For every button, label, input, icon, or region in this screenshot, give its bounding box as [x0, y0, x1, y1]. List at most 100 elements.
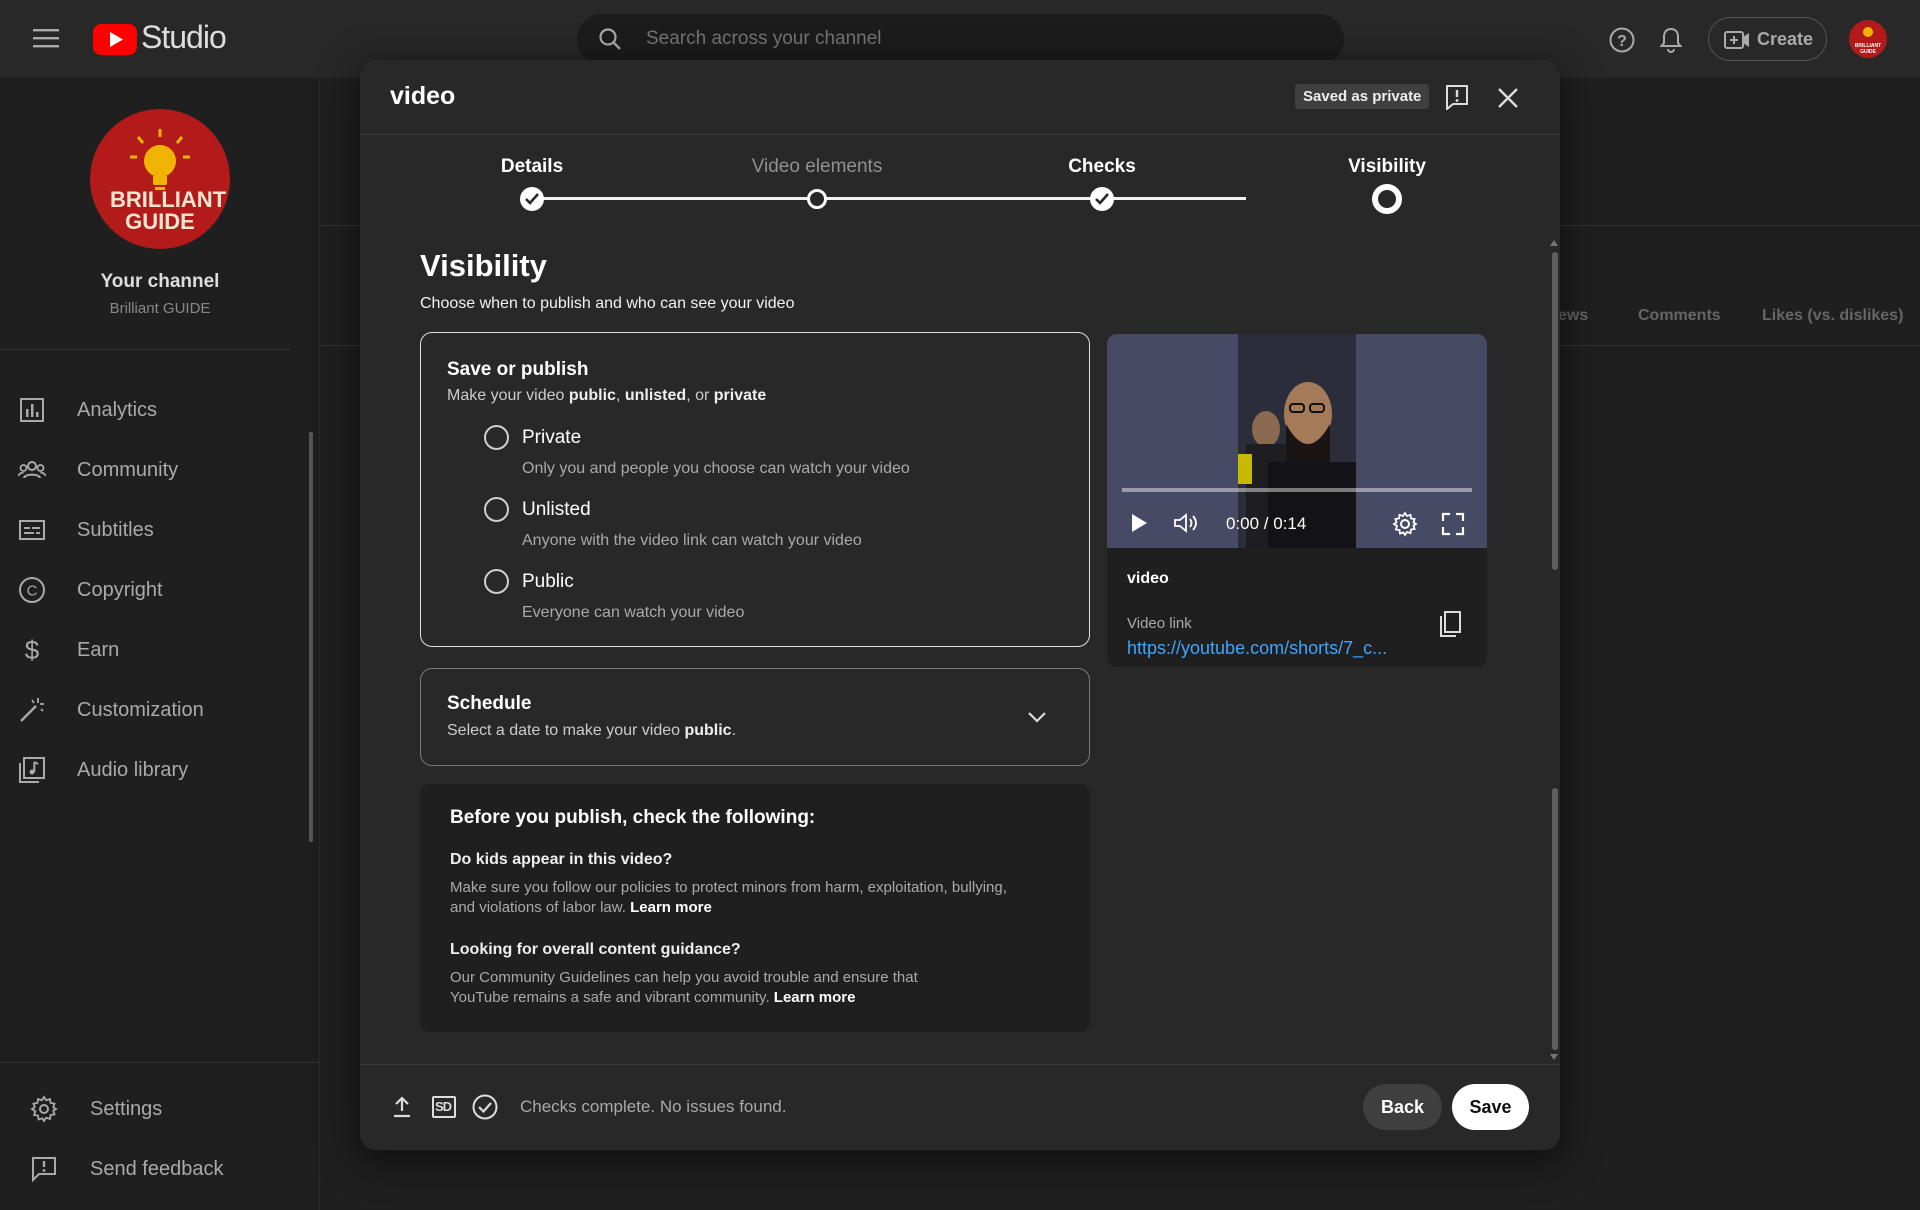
- background-column-likes: Likes (vs. dislikes): [1762, 307, 1904, 324]
- report-feedback-icon[interactable]: [1445, 84, 1469, 110]
- upload-icon[interactable]: [392, 1096, 412, 1118]
- background-column-views: ews: [1558, 307, 1589, 324]
- sidebar-item-settings[interactable]: Settings: [0, 1079, 310, 1139]
- copyright-icon: C: [18, 576, 46, 604]
- learn-more-link[interactable]: Learn more: [630, 899, 712, 916]
- step-details[interactable]: Details: [501, 156, 563, 178]
- scrollbar-thumb[interactable]: [1552, 252, 1558, 570]
- hamburger-menu-icon[interactable]: [33, 28, 59, 48]
- sidebar-item-label: Analytics: [77, 398, 158, 421]
- notifications-bell-icon[interactable]: [1659, 26, 1683, 54]
- subtitle-public: public: [568, 387, 616, 404]
- subtitle-text: Make your video: [447, 387, 569, 404]
- sidebar-item-analytics[interactable]: Analytics: [0, 380, 310, 440]
- youtube-logo-icon[interactable]: [93, 24, 137, 55]
- sidebar-item-label: Send feedback: [90, 1157, 224, 1180]
- footer-divider: [360, 1064, 1560, 1065]
- sidebar-item-earn[interactable]: $ Earn: [0, 620, 310, 680]
- sidebar-item-subtitles[interactable]: Subtitles: [0, 500, 310, 560]
- sidebar-footer-divider: [0, 1062, 320, 1063]
- schedule-card[interactable]: Schedule Select a date to make your vide…: [420, 668, 1090, 766]
- scrollbar-thumb[interactable]: [1552, 788, 1558, 1050]
- sidebar-divider: [0, 349, 290, 350]
- subtitle-unlisted: unlisted: [624, 387, 687, 404]
- step-checks[interactable]: Checks: [1068, 156, 1136, 178]
- step-visibility-current-icon[interactable]: [1372, 184, 1402, 214]
- sidebar-item-community[interactable]: Community: [0, 440, 310, 500]
- checklist-text: Make sure you follow our policies to pro…: [450, 879, 1007, 916]
- step-video-elements[interactable]: Video elements: [752, 156, 883, 178]
- magic-wand-icon: [18, 696, 46, 724]
- save-button[interactable]: Save: [1452, 1084, 1529, 1130]
- video-player[interactable]: 0:00 / 0:14: [1107, 334, 1487, 548]
- upload-dialog: video Saved as private Details Video ele…: [360, 60, 1560, 1150]
- volume-icon[interactable]: [1173, 512, 1199, 534]
- radio-private-desc: Only you and people you choose can watch…: [522, 460, 910, 477]
- help-icon[interactable]: ?: [1609, 27, 1635, 53]
- sidebar-item-label: Community: [77, 458, 179, 481]
- gear-icon: [30, 1095, 58, 1123]
- video-link[interactable]: https://youtube.com/shorts/7_c...: [1127, 638, 1387, 659]
- scroll-down-icon[interactable]: [1550, 1054, 1558, 1060]
- radio-public-label[interactable]: Public: [522, 571, 574, 593]
- subtitle-text: Select a date to make your video: [447, 722, 685, 739]
- dollar-icon: $: [18, 636, 46, 664]
- schedule-title: Schedule: [447, 693, 532, 714]
- settings-gear-icon[interactable]: [1392, 511, 1418, 537]
- radio-unlisted[interactable]: [484, 497, 509, 522]
- search-bar[interactable]: [577, 14, 1344, 64]
- chevron-down-icon[interactable]: [1027, 710, 1047, 724]
- checks-complete-icon[interactable]: [472, 1094, 498, 1120]
- sidebar-item-audio-library[interactable]: Audio library: [0, 740, 310, 800]
- save-publish-subtitle: Make your video public, unlisted, or pri…: [447, 387, 766, 405]
- background-column-comments: Comments: [1638, 307, 1721, 324]
- scroll-up-icon[interactable]: [1550, 240, 1558, 246]
- studio-logo-text[interactable]: Studio: [141, 19, 227, 56]
- dialog-title: video: [390, 82, 456, 110]
- save-or-publish-card: Save or publish Make your video public, …: [420, 332, 1090, 647]
- copy-icon[interactable]: [1438, 610, 1462, 638]
- video-name: video: [1127, 570, 1169, 587]
- svg-text:GUIDE: GUIDE: [1860, 49, 1877, 55]
- create-video-icon: [1724, 30, 1750, 50]
- radio-public[interactable]: [484, 569, 509, 594]
- subtitle-private: private: [713, 387, 767, 404]
- sidebar-item-label: Customization: [77, 698, 204, 721]
- sidebar-item-copyright[interactable]: C Copyright: [0, 560, 310, 620]
- search-icon: [598, 27, 622, 51]
- channel-avatar[interactable]: BRILLIANT GUIDE: [90, 109, 230, 249]
- fullscreen-icon[interactable]: [1441, 512, 1465, 536]
- audio-library-icon: [18, 756, 46, 784]
- subtitle-suffix: .: [731, 722, 737, 739]
- account-avatar[interactable]: BRILLIANT GUIDE: [1849, 20, 1887, 58]
- sidebar-item-label: Copyright: [77, 578, 163, 601]
- schedule-subtitle: Select a date to make your video public.: [447, 722, 736, 740]
- video-link-label: Video link: [1127, 615, 1192, 632]
- radio-unlisted-label[interactable]: Unlisted: [522, 499, 591, 521]
- sidebar-item-customization[interactable]: Customization: [0, 680, 310, 740]
- your-channel-heading: Your channel: [100, 271, 220, 292]
- video-progress-bar[interactable]: [1122, 488, 1472, 492]
- sd-quality-icon[interactable]: SD: [432, 1096, 456, 1118]
- step-video-elements-dot-icon[interactable]: [807, 189, 827, 209]
- radio-public-desc: Everyone can watch your video: [522, 604, 745, 621]
- dialog-scrollbar[interactable]: [1550, 240, 1558, 1060]
- video-preview-card: 0:00 / 0:14 video Video link https://you…: [1107, 334, 1487, 667]
- search-input[interactable]: [646, 26, 1296, 52]
- community-icon: [18, 456, 46, 484]
- sidebar-item-label: Settings: [90, 1097, 163, 1120]
- step-details-checkmark-icon[interactable]: [520, 187, 544, 211]
- play-icon[interactable]: [1129, 512, 1149, 534]
- close-icon[interactable]: [1497, 87, 1519, 109]
- step-visibility[interactable]: Visibility: [1348, 156, 1426, 178]
- video-time: 0:00 / 0:14: [1226, 514, 1307, 533]
- back-button[interactable]: Back: [1363, 1084, 1442, 1130]
- create-button[interactable]: Create: [1708, 17, 1827, 61]
- sidebar-item-send-feedback[interactable]: Send feedback: [0, 1139, 310, 1199]
- radio-private[interactable]: [484, 425, 509, 450]
- header-divider: [360, 134, 1560, 135]
- step-checks-checkmark-icon[interactable]: [1090, 187, 1114, 211]
- learn-more-link[interactable]: Learn more: [774, 989, 856, 1006]
- checklist-text-guidance: Our Community Guidelines can help you av…: [450, 968, 950, 1008]
- radio-private-label[interactable]: Private: [522, 427, 581, 449]
